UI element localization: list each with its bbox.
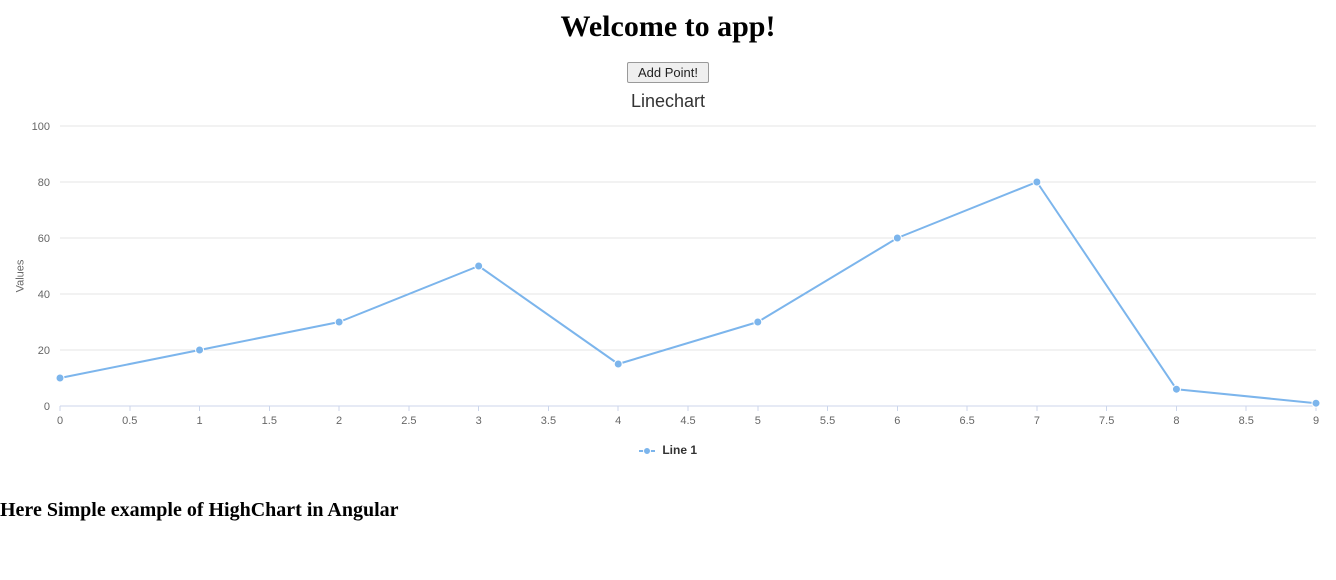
x-tick-label: 9	[1313, 415, 1319, 427]
x-tick-label: 1.5	[262, 415, 277, 427]
x-tick-label: 4	[615, 415, 621, 427]
x-tick-label: 0	[57, 415, 63, 427]
y-tick-label: 20	[38, 345, 50, 357]
x-tick-label: 8	[1173, 415, 1179, 427]
page-title: Welcome to app!	[0, 10, 1336, 44]
x-tick-label: 6.5	[959, 415, 974, 427]
chart-title: Linechart	[0, 89, 1336, 116]
series-point[interactable]	[1172, 385, 1180, 393]
legend-swatch-icon	[639, 443, 655, 457]
chart-plot-area: Values 0 20 40 60 80 100 0 0.5 1 1.5 2 2.5 3 3.5 4 4.5 5…	[0, 116, 1336, 436]
legend-label: Line 1	[662, 443, 697, 457]
line-chart: Linechart Values 0 20 40 60 80 100 0 0.5 1 1.5 2 2.…	[0, 89, 1336, 469]
series-point[interactable]	[56, 374, 64, 382]
y-tick-label: 60	[38, 233, 50, 245]
series-line-1[interactable]	[60, 182, 1316, 403]
x-tick-label: 3.5	[541, 415, 556, 427]
x-tick-label: 3	[476, 415, 482, 427]
x-tick-label: 2	[336, 415, 342, 427]
x-tick-label: 7	[1034, 415, 1040, 427]
series-point[interactable]	[754, 318, 762, 326]
series-point[interactable]	[196, 346, 204, 354]
series-point[interactable]	[893, 234, 901, 242]
x-tick-label: 4.5	[680, 415, 695, 427]
x-tick-label: 5.5	[820, 415, 835, 427]
series-point[interactable]	[475, 262, 483, 270]
x-tick-label: 7.5	[1099, 415, 1114, 427]
x-tick-label: 6	[894, 415, 900, 427]
series-point[interactable]	[614, 360, 622, 368]
y-tick-label: 100	[32, 121, 50, 133]
y-tick-label: 0	[44, 401, 50, 413]
series-point[interactable]	[335, 318, 343, 326]
y-axis-title: Values	[14, 260, 26, 293]
add-point-button[interactable]: Add Point!	[627, 62, 709, 83]
x-tick-label: 2.5	[401, 415, 416, 427]
y-tick-label: 40	[38, 289, 50, 301]
y-tick-label: 80	[38, 177, 50, 189]
series-point[interactable]	[1033, 178, 1041, 186]
button-row: Add Point!	[0, 62, 1336, 83]
series-point[interactable]	[1312, 399, 1320, 407]
x-tick-label: 1	[196, 415, 202, 427]
sub-heading: Here Simple example of HighChart in Angu…	[0, 499, 1336, 522]
x-tick-label: 8.5	[1239, 415, 1254, 427]
x-tick-label: 5	[755, 415, 761, 427]
chart-legend[interactable]: Line 1	[0, 436, 1336, 457]
chart-svg: 0 20 40 60 80 100 0 0.5 1 1.5 2 2.5 3 3.5 4 4.5 5 5.5 6 6.5…	[0, 116, 1336, 436]
x-tick-label: 0.5	[122, 415, 137, 427]
